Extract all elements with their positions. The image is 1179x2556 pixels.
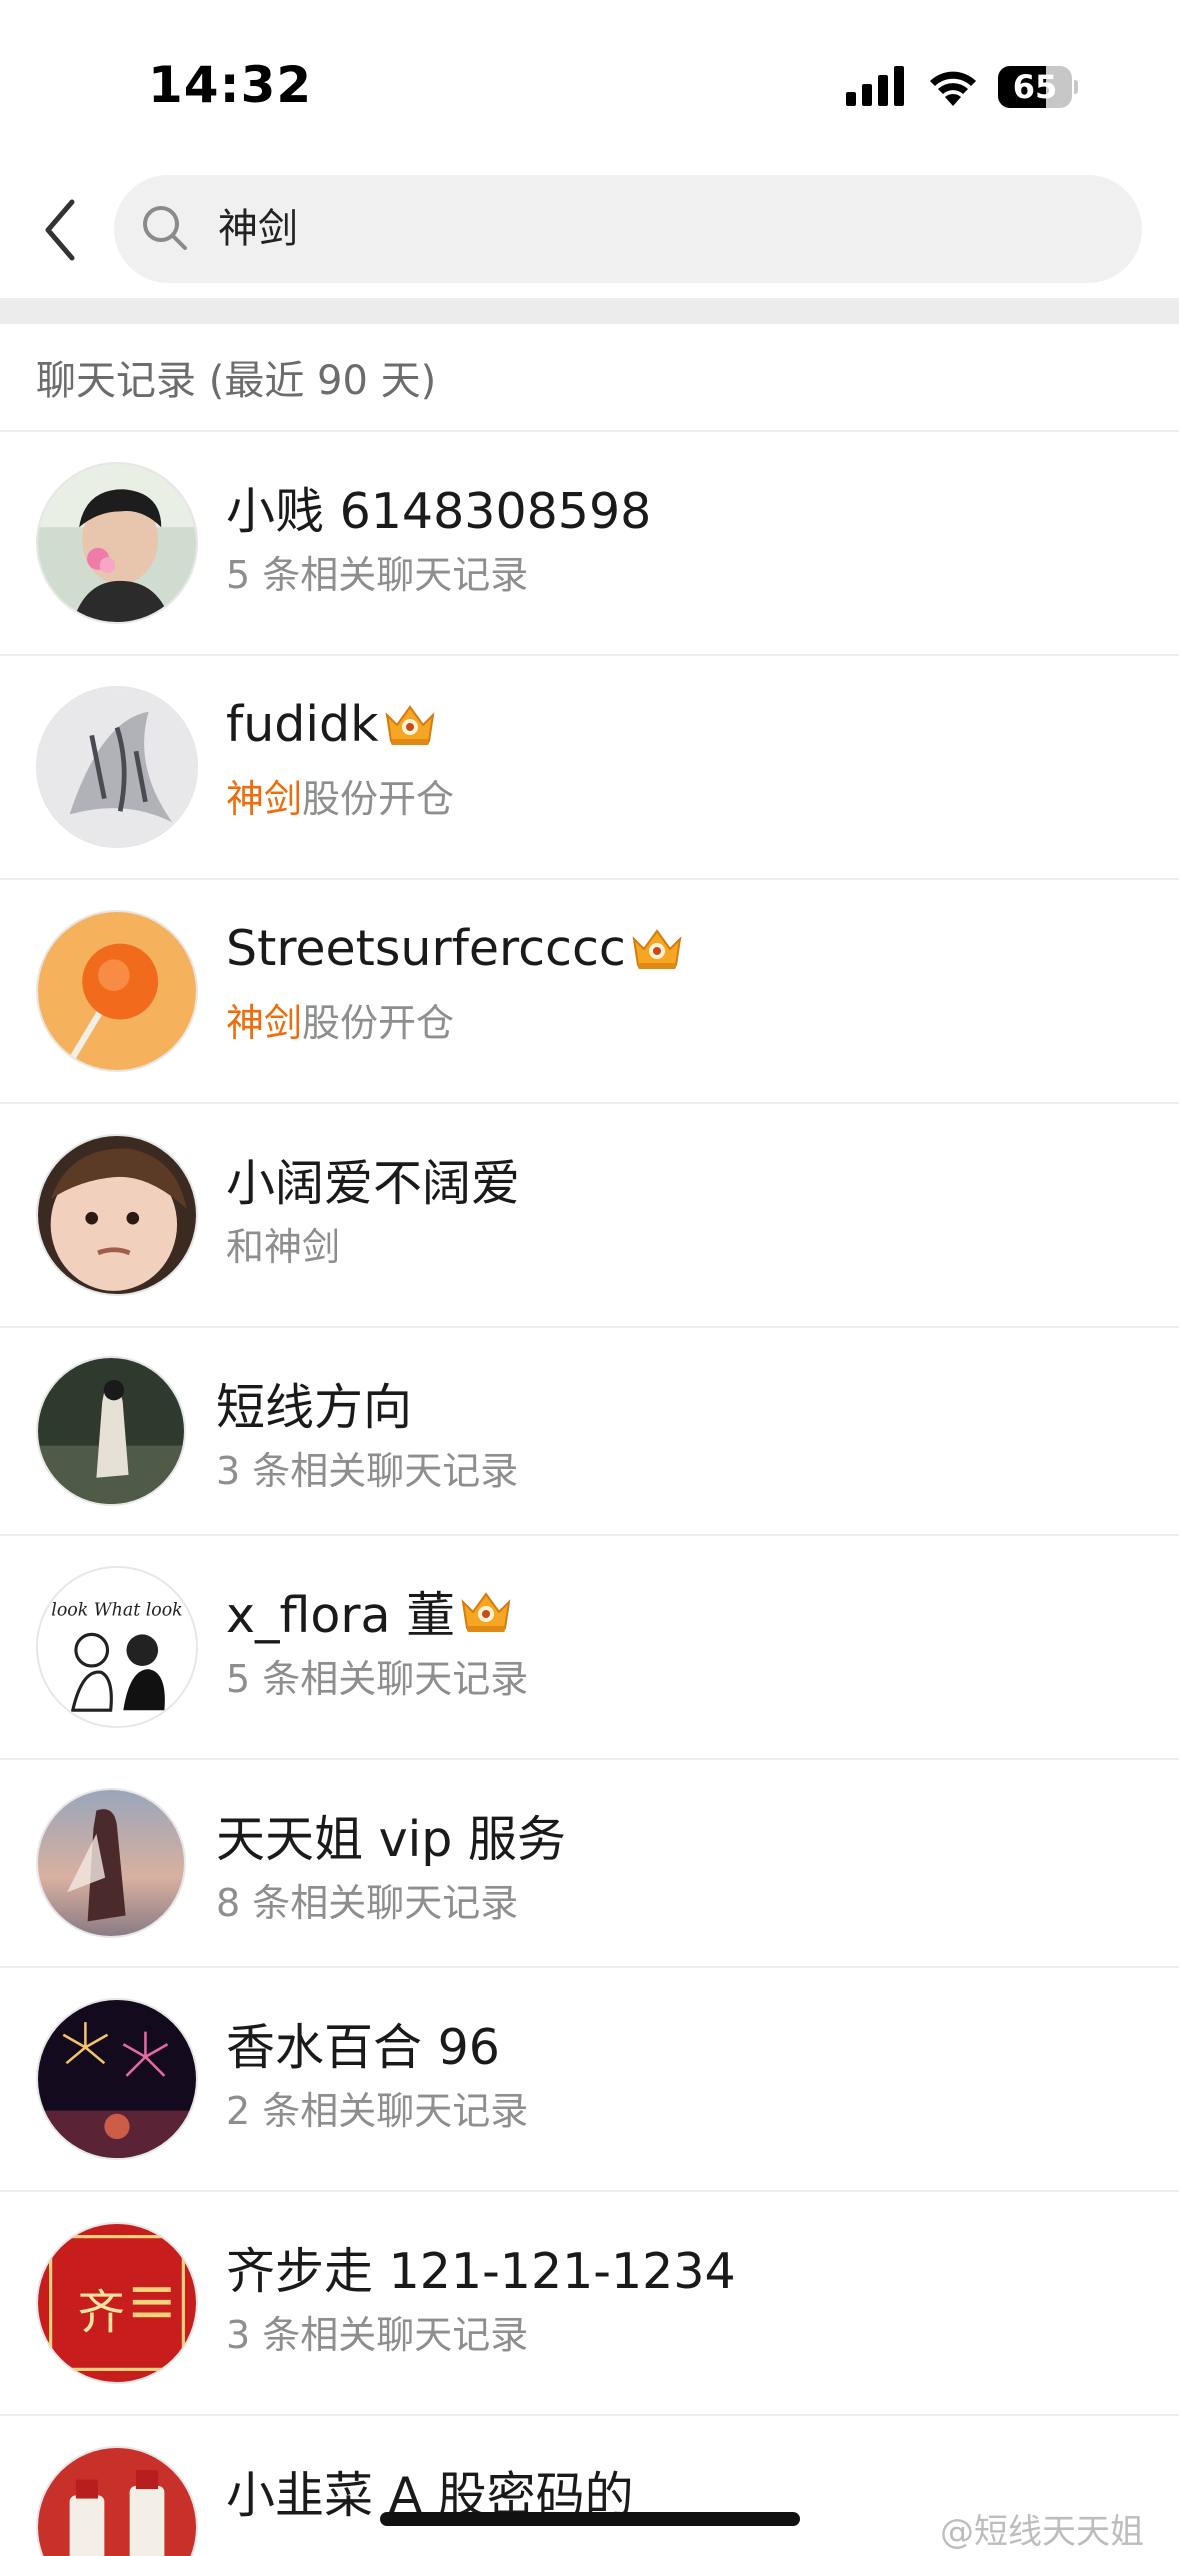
match-snippet: 和神剑 xyxy=(226,1216,340,1271)
home-indicator[interactable] xyxy=(380,2512,800,2526)
crown-badge-icon xyxy=(385,704,434,745)
back-button[interactable] xyxy=(30,190,90,270)
chat-result-item[interactable]: 齐 齐步走 121-121-1234 3 条相关聊天记录 xyxy=(0,2192,1179,2416)
chat-result-item[interactable]: look What look x_flora 董 5 条相关聊天记录 xyxy=(0,1536,1179,1760)
match-snippet: 3 条相关聊天记录 xyxy=(216,1440,518,1495)
contact-name-text: 小贱 6148308598 xyxy=(226,483,652,540)
chat-result-item[interactable]: 小贱 6148308598 5 条相关聊天记录 xyxy=(0,432,1179,656)
search-input[interactable] xyxy=(218,175,1098,283)
search-header xyxy=(0,160,1179,298)
avatar xyxy=(36,910,198,1072)
snippet-highlight: 神剑 xyxy=(226,1001,303,1045)
match-snippet: 5 条相关聊天记录 xyxy=(226,1648,528,1703)
contact-name: 小贱 6148308598 xyxy=(226,472,651,543)
chat-result-item[interactable]: fudidk 神剑股份开仓 xyxy=(0,656,1179,880)
chevron-left-icon xyxy=(45,199,75,261)
contact-name-text: 短线方向 xyxy=(216,1379,413,1436)
chat-result-list: 小贱 6148308598 5 条相关聊天记录 fudidk 神剑股份开仓 Str… xyxy=(0,432,1179,2556)
snippet-text: 股份开仓 xyxy=(302,777,455,821)
snippet-text: 股份开仓 xyxy=(302,1001,455,1045)
status-bar: 14:32 65 xyxy=(0,0,1179,160)
match-snippet: 2 条相关聊天记录 xyxy=(226,2080,528,2135)
chat-result-item[interactable]: Streetsurfercccc 神剑股份开仓 xyxy=(0,880,1179,1104)
avatar xyxy=(36,2446,198,2556)
chat-result-item[interactable]: 香水百合 96 2 条相关聊天记录 xyxy=(0,1968,1179,2192)
svg-text:齐: 齐 xyxy=(77,2285,124,2340)
cellular-signal-icon xyxy=(846,66,904,106)
contact-name: fudidk xyxy=(226,696,439,753)
match-snippet: 神剑股份开仓 xyxy=(226,992,454,1047)
chat-result-item[interactable]: 天天姐 vip 服务 8 条相关聊天记录 xyxy=(0,1760,1179,1968)
search-icon xyxy=(143,206,187,250)
contact-name: x_flora 董 xyxy=(226,1576,515,1647)
avatar xyxy=(36,462,198,624)
snippet-text: 3 条相关聊天记录 xyxy=(216,1449,519,1493)
snippet-text: 3 条相关聊天记录 xyxy=(226,2313,529,2357)
chat-result-item[interactable]: 短线方向 3 条相关聊天记录 xyxy=(0,1328,1179,1536)
snippet-text: 5 条相关聊天记录 xyxy=(226,553,529,597)
search-bar[interactable] xyxy=(114,175,1142,283)
contact-name-text: 小阔爱不阔爱 xyxy=(226,1155,521,1212)
chat-result-item[interactable]: 小阔爱不阔爱 和神剑 xyxy=(0,1104,1179,1328)
snippet-text: 5 条相关聊天记录 xyxy=(226,1657,529,1701)
crown-badge-icon xyxy=(632,928,682,969)
avatar xyxy=(36,1998,198,2160)
contact-name-text: 齐步走 121-121-1234 xyxy=(226,2243,736,2300)
match-snippet: 5 条相关聊天记录 xyxy=(226,544,528,599)
contact-name-text: 香水百合 96 xyxy=(226,2019,500,2076)
avatar: 齐 xyxy=(36,2222,198,2384)
match-snippet: 神剑股份开仓 xyxy=(226,768,454,823)
header-divider xyxy=(0,298,1179,324)
match-snippet: 3 条相关聊天记录 xyxy=(226,2304,528,2359)
svg-text:look What look: look What look xyxy=(51,1600,182,1620)
contact-name: 短线方向 xyxy=(216,1368,412,1439)
snippet-text: 2 条相关聊天记录 xyxy=(226,2089,529,2133)
battery-icon: 65 xyxy=(998,66,1078,108)
contact-name: Streetsurfercccc xyxy=(226,920,686,977)
avatar xyxy=(36,1788,186,1938)
wifi-icon xyxy=(930,71,976,106)
contact-name-text: x_flora 董 xyxy=(226,1587,456,1644)
match-snippet: 8 条相关聊天记录 xyxy=(216,1872,518,1927)
snippet-text: 8 条相关聊天记录 xyxy=(216,1881,519,1925)
avatar: look What look xyxy=(36,1566,198,1728)
watermark: @短线天天姐 xyxy=(940,2512,1144,2552)
battery-level: 65 xyxy=(1012,68,1058,106)
contact-name-text: 天天姐 vip 服务 xyxy=(216,1811,566,1868)
contact-name: 小阔爱不阔爱 xyxy=(226,1144,520,1215)
avatar xyxy=(36,1134,198,1296)
contact-name: 天天姐 vip 服务 xyxy=(216,1800,566,1871)
contact-name: 齐步走 121-121-1234 xyxy=(226,2232,736,2303)
avatar xyxy=(36,686,198,848)
contact-name-text: Streetsurfercccc xyxy=(226,920,626,977)
contact-name-text: fudidk xyxy=(226,696,379,753)
contact-name: 香水百合 96 xyxy=(226,2008,500,2079)
snippet-text: 和神剑 xyxy=(226,1225,341,1269)
section-title: 聊天记录 (最近 90 天) xyxy=(36,358,437,404)
avatar xyxy=(36,1356,186,1506)
crown-badge-icon xyxy=(461,1591,511,1632)
snippet-highlight: 神剑 xyxy=(226,777,303,821)
status-time: 14:32 xyxy=(148,56,313,114)
